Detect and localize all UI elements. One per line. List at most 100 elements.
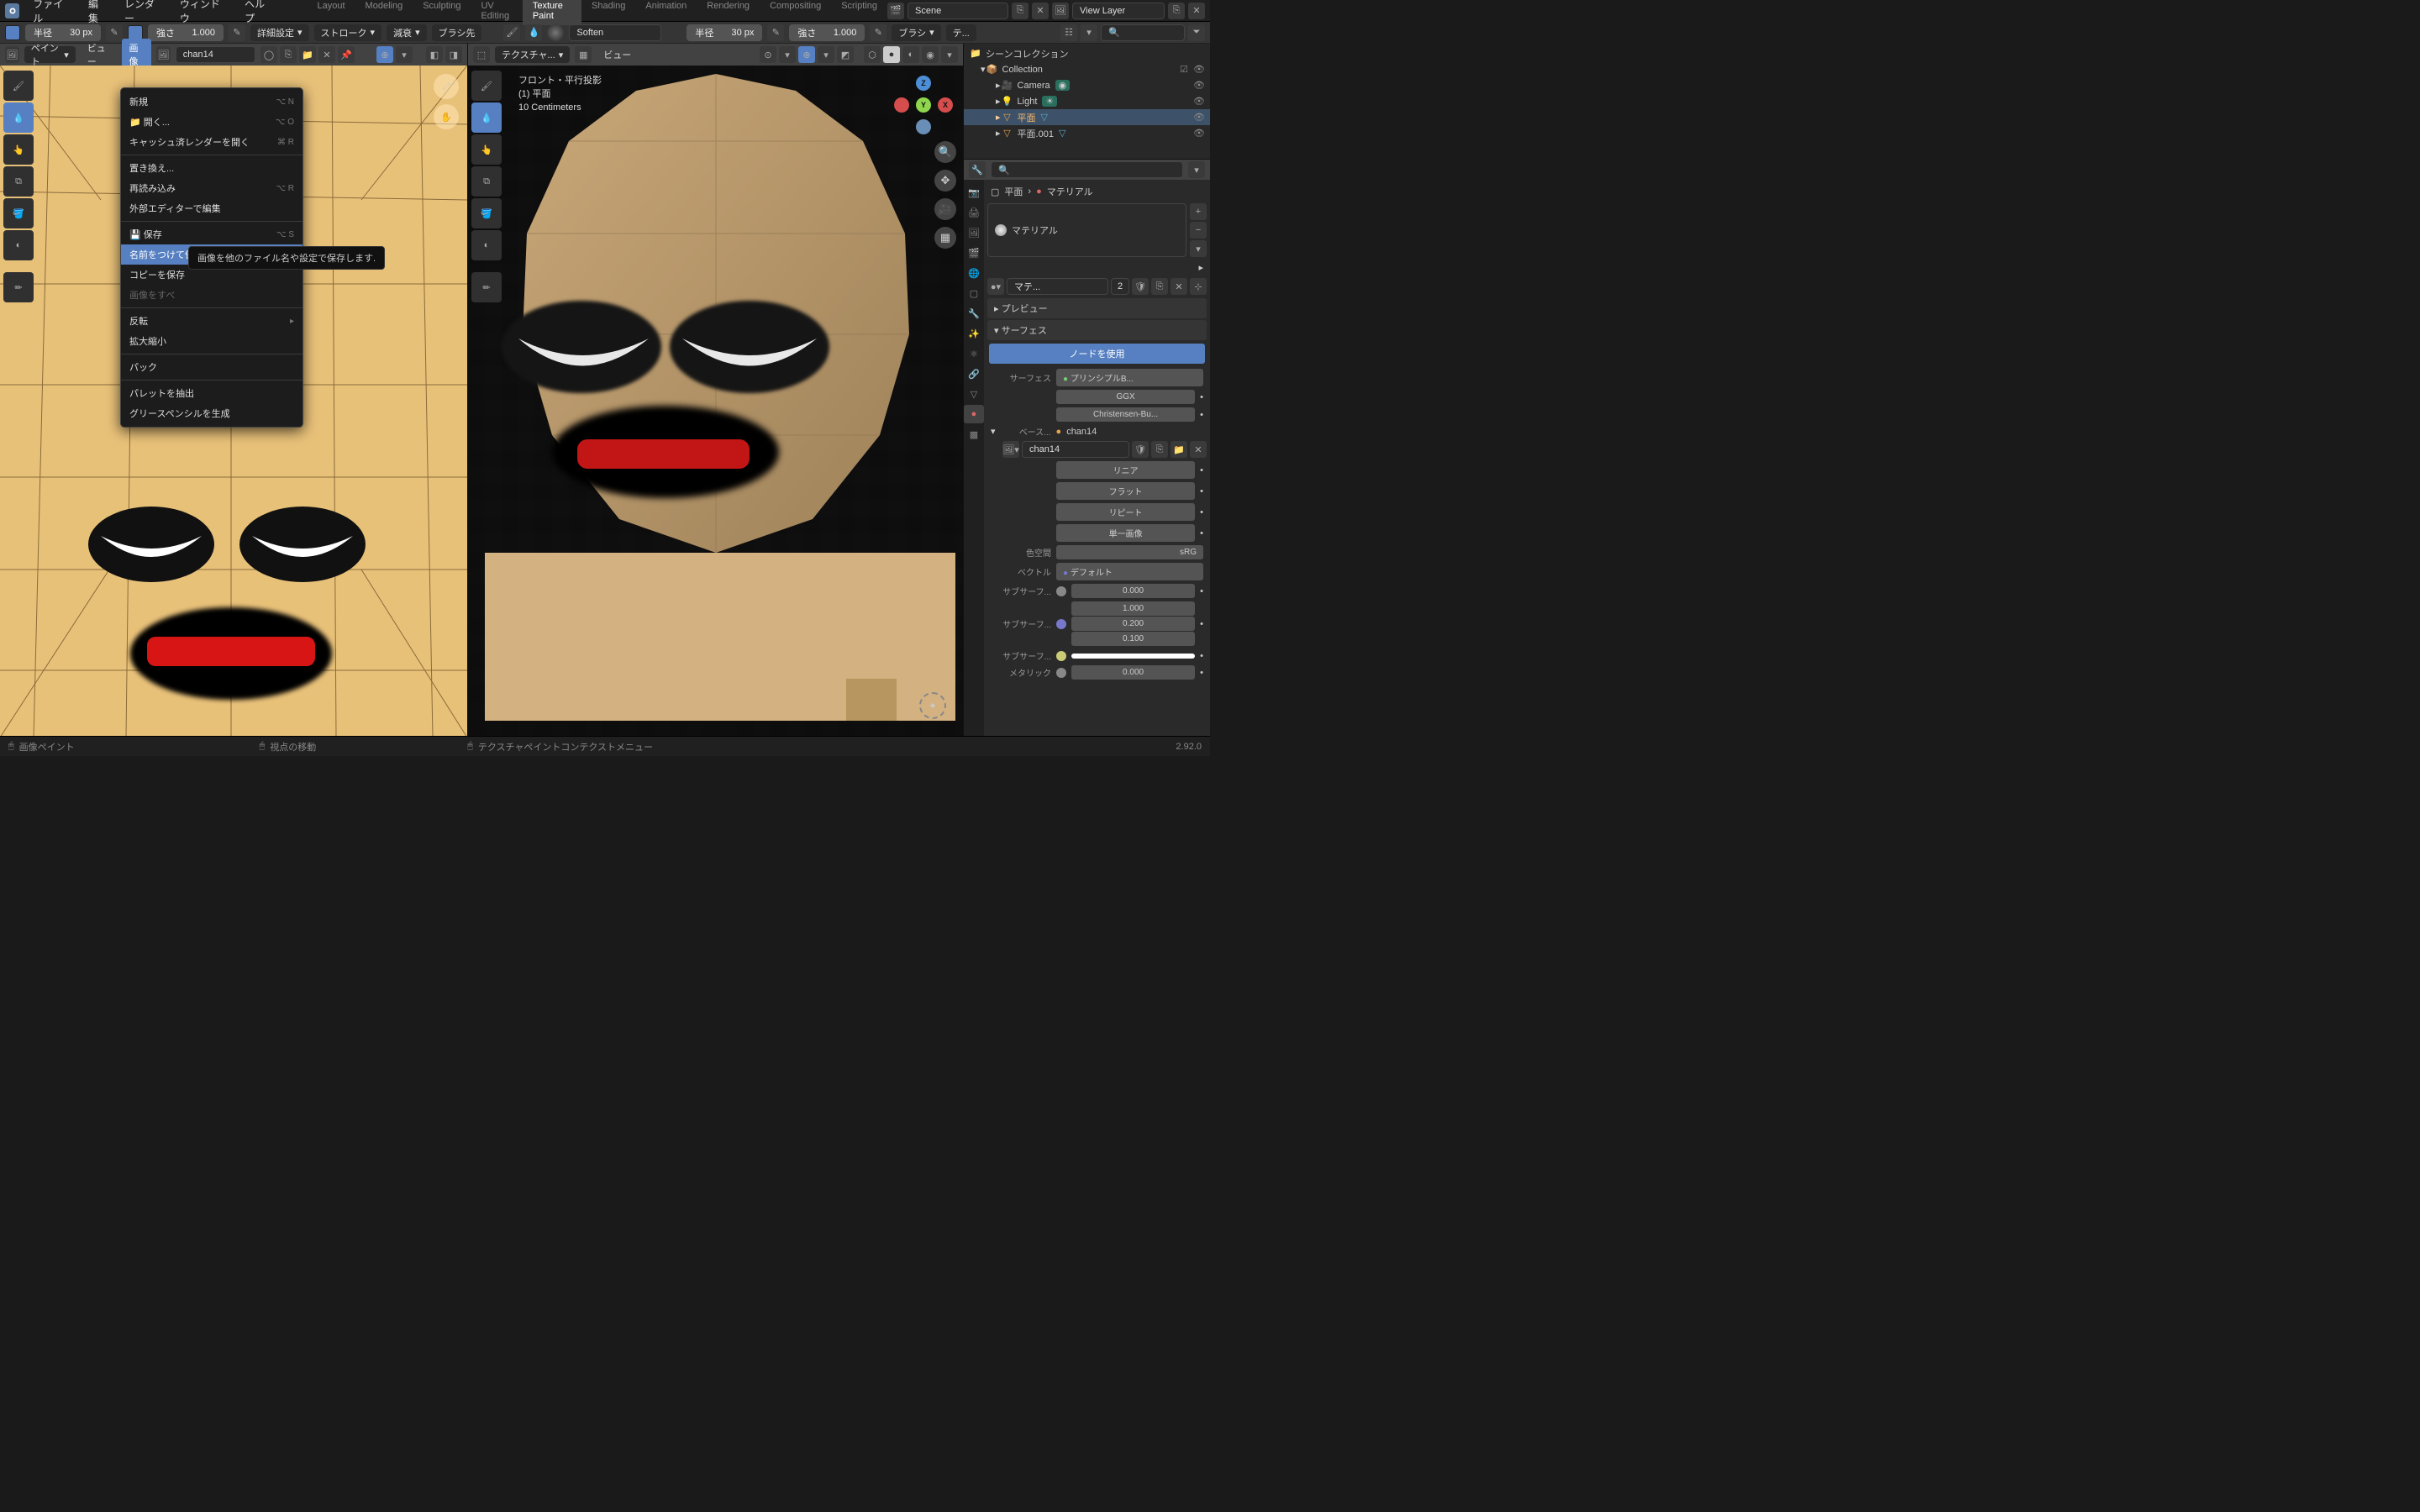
tab-viewlayer-icon[interactable]: 🖼 — [964, 223, 984, 242]
sss-radius-g[interactable]: 0.200 — [1071, 617, 1195, 631]
outliner-search-field[interactable]: 🔍 — [1101, 24, 1185, 41]
radius-pressure-icon-3d[interactable]: ✎ — [767, 24, 784, 41]
mat-users[interactable]: 2 — [1111, 278, 1129, 295]
socket-icon[interactable] — [1056, 619, 1066, 629]
shading-dropdown-icon[interactable]: ▾ — [941, 46, 958, 63]
annotate-tool-icon[interactable]: ✏ — [3, 272, 34, 302]
xray-toggle-icon[interactable]: ◩ — [837, 46, 854, 63]
clone-tool-icon[interactable]: ⧉ — [3, 166, 34, 197]
scene-delete-icon[interactable]: ✕ — [1032, 3, 1049, 19]
brush-dropdown-3d[interactable]: ブラシ▾ — [892, 24, 940, 41]
brush-strength-field-3d[interactable]: 強さ1.000 — [789, 24, 865, 41]
tree-plane001[interactable]: ▸ ▽平面.001 ▽ 👁 — [964, 125, 1210, 141]
image-link-icon[interactable]: ◯ — [260, 46, 277, 63]
mat-new-icon[interactable]: ⎘ — [1151, 278, 1168, 295]
image-pin-icon[interactable]: 📌 — [338, 46, 355, 63]
editor-type-uv-icon[interactable]: 🖼 — [5, 46, 19, 63]
material-slot[interactable]: マテリアル — [987, 203, 1186, 257]
brush-thumb-icon[interactable]: 🖌 — [503, 24, 520, 41]
image-name-field[interactable]: chan14 — [176, 46, 255, 63]
mat-add-icon[interactable]: + — [1190, 203, 1207, 220]
tab-rendering[interactable]: Rendering — [697, 0, 760, 25]
zoom-icon[interactable]: 🔍 — [934, 141, 956, 163]
source-dropdown[interactable]: 単一画像 — [1056, 524, 1195, 542]
gizmo-toggle-icon[interactable]: ⊙ — [760, 46, 776, 63]
eye-icon[interactable]: 👁 — [1193, 96, 1205, 107]
colorspace-dropdown[interactable]: sRG — [1056, 545, 1203, 559]
tab-texture-icon[interactable]: ▩ — [964, 425, 984, 444]
image-browse-icon[interactable]: 🖼 — [156, 46, 171, 63]
sss-radius-r[interactable]: 1.000 — [1071, 601, 1195, 616]
eye-icon[interactable]: 👁 — [1193, 80, 1205, 91]
tab-texture-paint[interactable]: Texture Paint — [523, 0, 581, 25]
tab-sculpting[interactable]: Sculpting — [413, 0, 471, 25]
scene-new-icon[interactable]: ⎘ — [1012, 3, 1028, 19]
shading-solid-icon[interactable]: ● — [883, 46, 900, 63]
props-options-icon[interactable]: ▾ — [1188, 161, 1205, 178]
brush-name-field[interactable]: Soften — [569, 24, 661, 41]
tab-layout[interactable]: Layout — [308, 0, 355, 25]
tab-render-icon[interactable]: 📷 — [964, 183, 984, 202]
mat-unlink-icon[interactable]: ✕ — [1171, 278, 1187, 295]
scene-browse-icon[interactable]: 🎬 — [887, 3, 904, 19]
mode-dropdown-3d[interactable]: テクスチャ...▾ — [495, 46, 570, 63]
mat-menu-icon[interactable]: ▾ — [1190, 240, 1207, 257]
soften-tool-icon[interactable]: 💧 — [3, 102, 34, 133]
perspective-icon[interactable]: ▦ — [934, 227, 956, 249]
cursor-dropdown[interactable]: ブラシ先 — [432, 24, 482, 41]
use-nodes-button[interactable]: ノードを使用 — [989, 344, 1205, 364]
paint-mode-dropdown[interactable]: ペイント▾ — [24, 46, 76, 63]
advanced-dropdown[interactable]: 詳細設定▾ — [250, 24, 309, 41]
tex-new-icon[interactable]: ⎘ — [1151, 441, 1168, 458]
image-open-icon[interactable]: 📁 — [299, 46, 316, 63]
stroke-dropdown[interactable]: ストローク▾ — [314, 24, 382, 41]
vector-input[interactable]: ● デフォルト — [1056, 563, 1203, 580]
menu-invert[interactable]: 反転▸ — [121, 311, 302, 331]
uv-overlay-dropdown-icon[interactable]: ▾ — [396, 46, 413, 63]
scene-name-field[interactable]: Scene — [908, 3, 1008, 19]
metallic-value[interactable]: 0.000 — [1071, 665, 1195, 680]
tree-plane[interactable]: ▸ ▽平面 ▽ 👁 — [964, 109, 1210, 125]
tab-output-icon[interactable]: 🖨 — [964, 203, 984, 222]
tab-modeling[interactable]: Modeling — [355, 0, 413, 25]
display-mode-icon[interactable]: ▾ — [1081, 24, 1097, 41]
shading-material-icon[interactable]: ◐ — [902, 46, 919, 63]
tab-modifier-icon[interactable]: 🔧 — [964, 304, 984, 323]
tab-scene-icon[interactable]: 🎬 — [964, 244, 984, 262]
filter-icon[interactable]: ⏷ — [1188, 24, 1205, 41]
mask-tool-icon[interactable]: ◐ — [3, 230, 34, 260]
socket-icon[interactable] — [1056, 651, 1066, 661]
tex-unlink-icon[interactable]: ✕ — [1190, 441, 1207, 458]
viewlayer-browse-icon[interactable]: 🖼 — [1052, 3, 1069, 19]
tab-constraint-icon[interactable]: 🔗 — [964, 365, 984, 383]
tab-object-icon[interactable]: ▢ — [964, 284, 984, 302]
editor-type-icon[interactable]: ☷ — [1060, 24, 1077, 41]
distribution-dropdown[interactable]: GGX — [1056, 390, 1195, 404]
shading-rendered-icon[interactable]: ◉ — [922, 46, 939, 63]
tree-camera[interactable]: ▸ 🎥Camera ◉ 👁 — [964, 77, 1210, 93]
tab-world-icon[interactable]: 🌐 — [964, 264, 984, 282]
subsurface-value[interactable]: 0.000 — [1071, 584, 1195, 598]
menu-edit-external[interactable]: 外部エディターで編集 — [121, 198, 302, 218]
viewlayer-name-field[interactable]: View Layer — [1072, 3, 1165, 19]
eye-icon[interactable]: 👁 — [1193, 112, 1205, 123]
eye-icon[interactable]: 👁 — [1193, 128, 1205, 139]
overlay-toggle-icon[interactable]: ⊕ — [798, 46, 815, 63]
mat-browse-icon[interactable]: ●▾ — [987, 278, 1004, 295]
move-view-icon[interactable]: ✥ — [934, 170, 956, 192]
sss-color[interactable] — [1071, 654, 1195, 659]
image-unlink-icon[interactable]: ✕ — [318, 46, 335, 63]
menu-gen-grease[interactable]: グリースペンシルを生成 — [121, 403, 302, 423]
interp-dropdown[interactable]: リニア — [1056, 461, 1195, 479]
mat-name-field[interactable]: マテ... — [1007, 278, 1108, 295]
tab-material-icon[interactable]: ● — [964, 405, 984, 423]
extension-dropdown[interactable]: リピート — [1056, 503, 1195, 521]
brush-secondary-swatch[interactable] — [128, 25, 143, 40]
surface-shader-dropdown[interactable]: ● プリンシプルB... — [1056, 369, 1203, 386]
props-editor-type-icon[interactable]: 🔧 — [969, 161, 986, 178]
eye-icon[interactable]: 👁 — [1193, 64, 1205, 75]
rotate-view-icon[interactable]: ⤢ — [434, 74, 459, 99]
tree-collection[interactable]: ▾ 📦Collection ☑👁 — [964, 61, 1210, 77]
strength-pressure-icon-3d[interactable]: ✎ — [870, 24, 886, 41]
tab-compositing[interactable]: Compositing — [760, 0, 831, 25]
